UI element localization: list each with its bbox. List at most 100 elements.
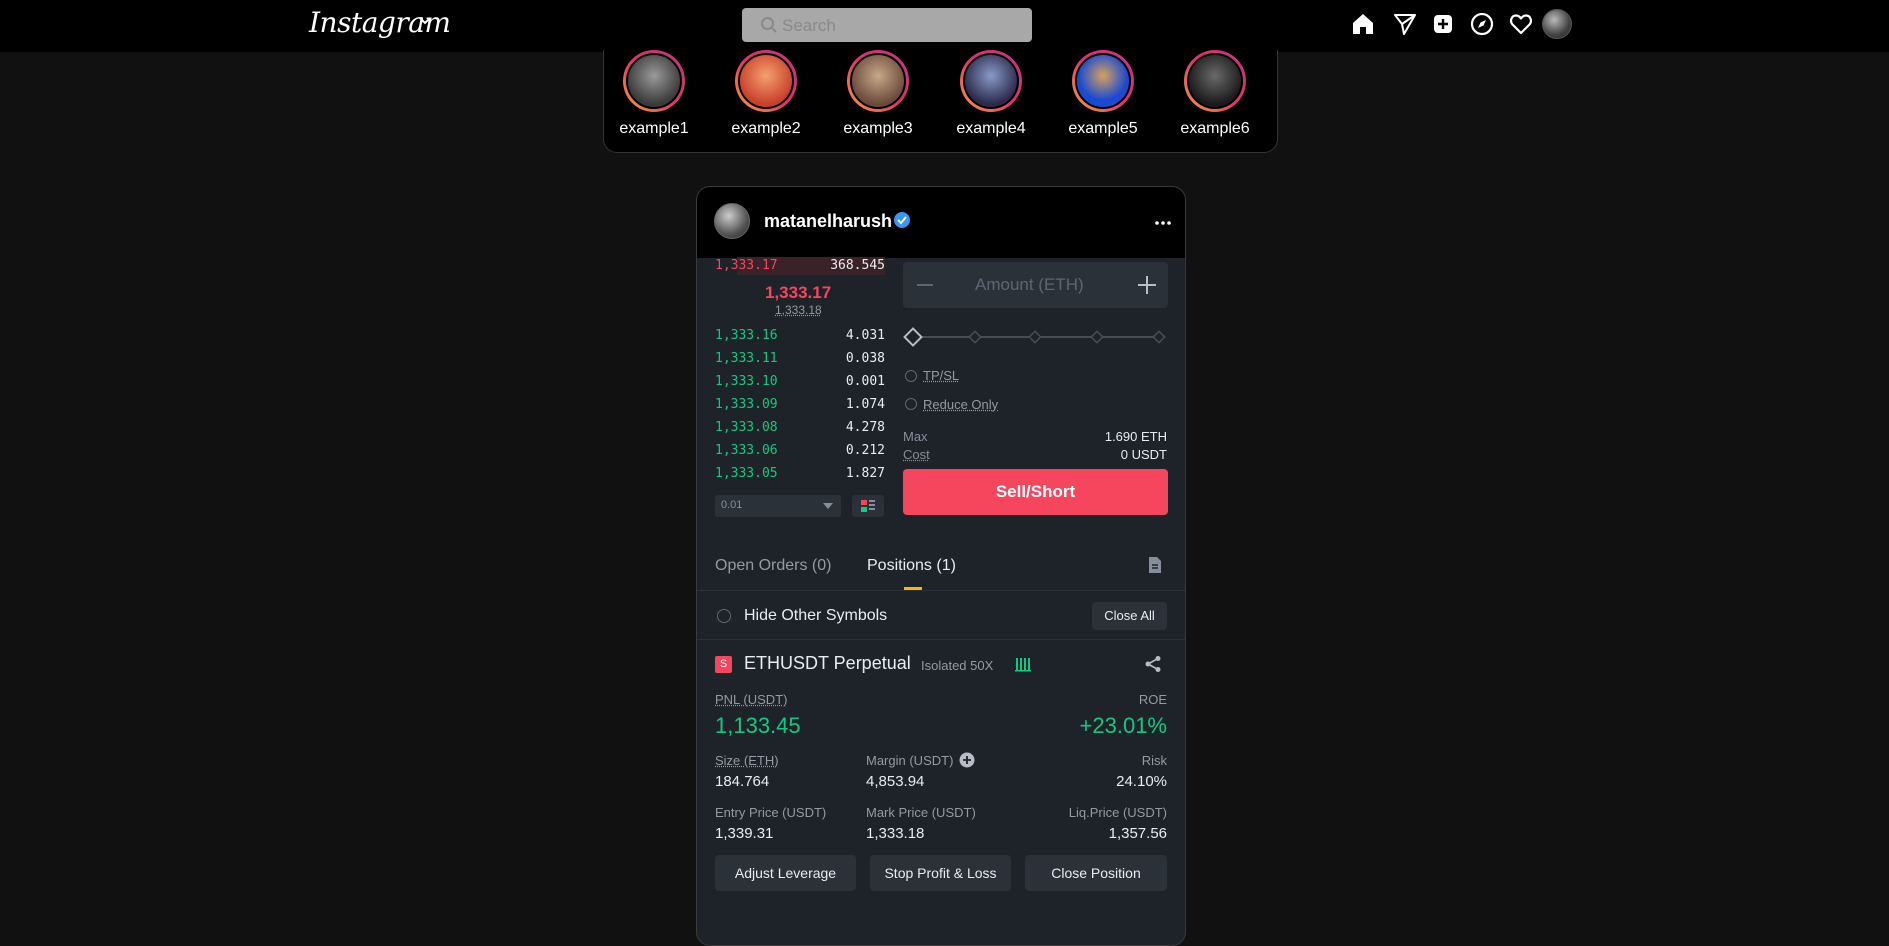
orderbook-layout-button[interactable] <box>852 495 884 517</box>
bid-qty: 1.074 <box>845 397 885 412</box>
amount-placeholder: Amount (ETH) <box>975 275 1084 294</box>
pnl-label: PNL (USDT) <box>715 692 788 707</box>
tab-open-orders[interactable]: Open Orders (0) <box>715 557 831 575</box>
margin-value: 4,853.94 <box>866 773 925 790</box>
home-icon[interactable] <box>1350 11 1376 37</box>
max-value: 1.690 ETH <box>1104 429 1167 444</box>
more-options-icon[interactable] <box>1155 220 1171 226</box>
orderbook-bid-row[interactable]: 1,333.08 4.278 <box>715 420 885 438</box>
roe-label: ROE <box>1138 692 1167 707</box>
tpsl-checkbox[interactable] <box>905 370 917 382</box>
story-item[interactable]: example5 <box>1053 50 1153 138</box>
size-label: Size (ETH) <box>715 753 779 768</box>
bid-price: 1,333.06 <box>715 443 778 458</box>
story-ring <box>847 50 909 112</box>
close-all-button[interactable]: Close All <box>1092 602 1167 630</box>
orderbook-bid-row[interactable]: 1,333.10 0.001 <box>715 374 885 392</box>
margin-label: Margin (USDT) <box>866 753 954 768</box>
story-username: example3 <box>843 120 913 137</box>
search-placeholder: Search <box>782 16 836 35</box>
entry-price-value: 1,339.31 <box>715 825 774 842</box>
mark-price-label: Mark Price (USDT) <box>866 805 976 820</box>
orderbook-layout-icon <box>861 500 875 512</box>
share-icon[interactable] <box>1144 655 1162 673</box>
orderbook-bid-row[interactable]: 1,333.09 1.074 <box>715 397 885 415</box>
amount-slider[interactable] <box>903 327 1173 347</box>
search-input[interactable]: Search <box>742 8 1032 42</box>
profile-avatar[interactable] <box>1542 9 1572 39</box>
reduce-only-label[interactable]: Reduce Only <box>923 397 998 412</box>
stories-bar: example1 example2 example3 example4 exam… <box>603 50 1278 153</box>
post-username[interactable]: matanelharush <box>764 211 892 232</box>
caret-down-icon <box>823 503 833 509</box>
orderbook-ask-row[interactable]: 1,333.17 368.545 <box>715 258 885 276</box>
ask-price: 1,333.17 <box>715 258 778 273</box>
bid-qty: 1.827 <box>845 466 885 481</box>
sell-short-button[interactable]: Sell/Short <box>903 469 1168 515</box>
hide-other-symbols-checkbox[interactable] <box>717 609 731 623</box>
bid-price: 1,333.08 <box>715 420 778 435</box>
cost-label: Cost <box>903 447 930 462</box>
post-card: matanelharush 1,333.17 368.545 1,333.17 … <box>696 186 1186 946</box>
post-avatar[interactable] <box>714 203 750 239</box>
tick-size-select[interactable]: 0.01 <box>715 495 841 517</box>
story-username: example1 <box>619 120 689 137</box>
divider <box>697 590 1185 591</box>
orderbook-bid-row[interactable]: 1,333.05 1.827 <box>715 466 885 484</box>
story-avatar <box>963 53 1019 109</box>
position-symbol[interactable]: ETHUSDT Perpetual <box>744 653 911 674</box>
heart-icon[interactable] <box>1508 11 1534 37</box>
close-position-button[interactable]: Close Position <box>1025 855 1167 891</box>
story-ring <box>623 50 685 112</box>
tpsl-label[interactable]: TP/SL <box>923 368 959 383</box>
story-ring <box>1072 50 1134 112</box>
orderbook-bid-row[interactable]: 1,333.11 0.038 <box>715 351 885 369</box>
bid-price: 1,333.16 <box>715 328 778 343</box>
verified-badge-icon <box>894 212 910 228</box>
tick-size-value: 0.01 <box>721 499 743 511</box>
story-avatar <box>738 53 794 109</box>
decrement-icon[interactable] <box>917 284 933 286</box>
tab-positions[interactable]: Positions (1) <box>867 557 956 575</box>
bid-price: 1,333.05 <box>715 466 778 481</box>
increment-icon-vertical <box>1146 276 1148 294</box>
chevron-down-icon[interactable] <box>418 14 432 28</box>
cost-value: 0 USDT <box>1120 447 1167 462</box>
story-username: example6 <box>1180 120 1250 137</box>
new-post-icon[interactable] <box>1430 11 1456 37</box>
mark-price: 1,333.18 <box>775 303 822 317</box>
send-icon[interactable] <box>1392 11 1418 37</box>
story-username: example2 <box>731 120 801 137</box>
risk-label: Risk <box>1141 753 1167 768</box>
story-ring <box>1184 50 1246 112</box>
story-ring <box>735 50 797 112</box>
search-icon <box>761 17 777 33</box>
bid-qty: 4.031 <box>845 328 885 343</box>
liq-price-label: Liq.Price (USDT) <box>1068 805 1167 820</box>
story-item[interactable]: example3 <box>828 50 928 138</box>
post-header: matanelharush <box>697 187 1185 258</box>
story-username: example5 <box>1068 120 1138 137</box>
explore-icon[interactable] <box>1469 11 1495 37</box>
story-avatar <box>1187 53 1243 109</box>
adjust-leverage-button[interactable]: Adjust Leverage <box>715 855 856 891</box>
story-item[interactable]: example6 <box>1165 50 1265 138</box>
reduce-only-checkbox[interactable] <box>905 398 917 410</box>
last-price: 1,333.17 <box>765 283 832 302</box>
bid-qty: 4.278 <box>845 420 885 435</box>
story-item[interactable]: example4 <box>941 50 1041 138</box>
max-label: Max <box>903 429 928 444</box>
document-icon[interactable] <box>1147 556 1163 574</box>
stop-profit-loss-button[interactable]: Stop Profit & Loss <box>870 855 1011 891</box>
orderbook-bid-row[interactable]: 1,333.16 4.031 <box>715 328 885 346</box>
orderbook-bid-row[interactable]: 1,333.06 0.212 <box>715 443 885 461</box>
story-item[interactable]: example2 <box>716 50 816 138</box>
pnl-value: 1,133.45 <box>715 713 801 738</box>
hide-other-symbols-label[interactable]: Hide Other Symbols <box>744 607 887 625</box>
risk-value: 24.10% <box>1116 773 1167 790</box>
story-item[interactable]: example1 <box>604 50 704 138</box>
add-margin-icon[interactable] <box>959 752 975 768</box>
entry-price-label: Entry Price (USDT) <box>715 805 827 820</box>
amount-input[interactable]: Amount (ETH) <box>903 262 1168 308</box>
short-side-badge: S <box>715 656 732 673</box>
